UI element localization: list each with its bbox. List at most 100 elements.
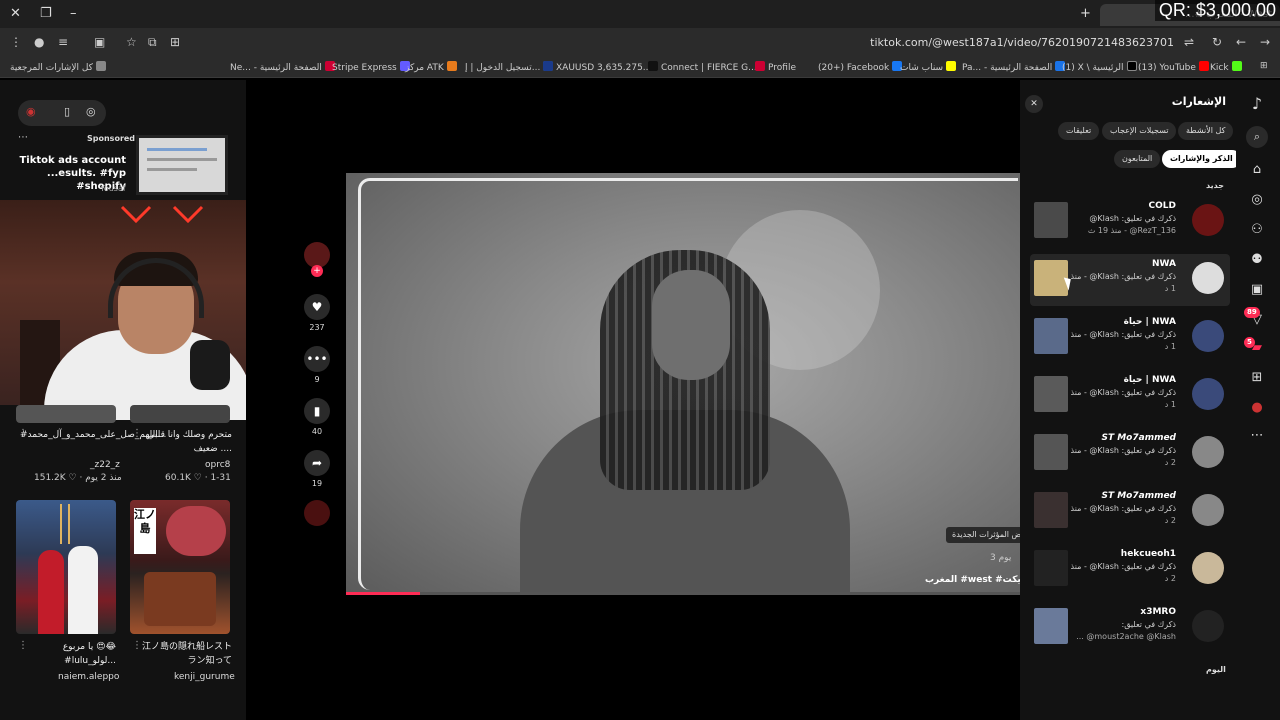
reload-icon[interactable]: ↻	[1212, 35, 1222, 49]
search-icon[interactable]: ⌕	[1246, 126, 1268, 148]
bookmark-item[interactable]: سناب شات	[900, 61, 959, 73]
window-restore-icon[interactable]: ❐	[40, 6, 52, 21]
live-icon[interactable]: ▣	[1248, 282, 1266, 297]
cast-icon[interactable]: ⧉	[148, 35, 157, 50]
window-minimize-icon[interactable]: –	[70, 6, 77, 21]
avatar[interactable]	[1192, 436, 1224, 468]
bookmarks-grid-icon[interactable]: ⊞	[1260, 61, 1268, 71]
video-thumbnail[interactable]	[130, 405, 230, 423]
following-icon[interactable]: ⚇	[1248, 222, 1266, 237]
sound-avatar[interactable]	[304, 500, 330, 526]
notification-thumbnail[interactable]	[1034, 376, 1068, 412]
notification-thumbnail[interactable]	[1034, 260, 1068, 296]
explore-icon[interactable]: ◎	[1248, 192, 1266, 207]
bookmark-item[interactable]: (1) X \ الرئيسية	[1062, 61, 1140, 73]
tiktok-logo-icon[interactable]: ♪	[1248, 94, 1266, 113]
avatar[interactable]	[1192, 262, 1224, 294]
video-title[interactable]: #اللهم_صل_على_محمد_و_آل_محمد...	[20, 428, 166, 442]
notification-user[interactable]: NWA	[1152, 259, 1176, 269]
bookmark-star-icon[interactable]: ☆	[126, 35, 137, 49]
notification-item[interactable]: حياة | NWA ذكرك في تعليق: Klash@ - منذ 1…	[1030, 312, 1230, 364]
site-settings-icon[interactable]: ⇌	[1184, 35, 1194, 49]
chip-comments[interactable]: تعليقات	[1058, 122, 1100, 140]
close-icon[interactable]: ✕	[1025, 95, 1043, 113]
forward-icon[interactable]: ←	[1236, 35, 1246, 49]
bookmark-icon[interactable]: ▮	[304, 398, 330, 424]
more-icon[interactable]: ⋮	[132, 428, 142, 439]
avatar[interactable]	[1192, 204, 1224, 236]
menu-dots-icon[interactable]: ⋮	[10, 35, 22, 49]
avatar[interactable]	[1192, 552, 1224, 584]
extensions-icon[interactable]: ≡	[58, 35, 68, 49]
share-icon[interactable]: ⊞	[170, 35, 180, 49]
follow-plus-icon[interactable]: +	[311, 265, 323, 277]
video-title[interactable]: يا مربوع 😍😂 #lulu_لولو...	[20, 640, 116, 668]
bookmark-item[interactable]: Ne... - الصفحة الرئيسية	[230, 61, 338, 73]
notification-user[interactable]: ST Mo7ammed	[1101, 491, 1176, 501]
notification-item[interactable]: NWA ذكرك في تعليق: Klash@ - منذ 1 د	[1030, 254, 1230, 306]
bookmark-item[interactable]: (13) YouTube	[1138, 61, 1212, 73]
share-action[interactable]: ➦ 19	[304, 450, 330, 488]
bookmark-item[interactable]: مركز ATK	[405, 61, 460, 73]
comment-action[interactable]: ••• 9	[304, 346, 330, 384]
notification-thumbnail[interactable]	[1034, 202, 1068, 238]
avatar[interactable]	[1192, 610, 1224, 642]
chip-followers[interactable]: المتابعون	[1114, 150, 1161, 168]
video-thumbnail[interactable]	[16, 500, 116, 634]
window-close-icon[interactable]: ✕	[10, 6, 21, 21]
notification-item[interactable]: حياة | NWA ذكرك في تعليق: Klash@ - منذ 1…	[1030, 370, 1230, 422]
notification-user[interactable]: حياة | NWA	[1124, 375, 1176, 385]
notification-item[interactable]: x3MRO ذكرك في تعليق: moust2ache @Klash@ …	[1030, 602, 1230, 654]
bookmark-item[interactable]: (20+) Facebook	[818, 61, 905, 73]
notification-item[interactable]: ST Mo7ammed ذكرك في تعليق: Klash@ - منذ …	[1030, 486, 1230, 538]
chip-all-activity[interactable]: كل الأنشطة	[1178, 122, 1234, 140]
more-icon[interactable]: ⋮	[132, 640, 142, 651]
back-icon[interactable]: →	[1260, 35, 1270, 49]
video-author[interactable]: _z22_z	[90, 460, 120, 470]
more-icon[interactable]: ⋮	[18, 428, 28, 439]
bookmark-item[interactable]: Connect | FIERCE G...	[645, 61, 757, 73]
friends-icon[interactable]: ⚉	[1248, 252, 1266, 267]
notification-thumbnail[interactable]	[1034, 434, 1068, 470]
video-caption[interactable]: المغرب #west #رسيكت	[925, 575, 1035, 585]
notification-item[interactable]: ST Mo7ammed ذكرك في تعليق: Klash@ - منذ …	[1030, 428, 1230, 480]
notification-thumbnail[interactable]	[1034, 492, 1068, 528]
notification-item[interactable]: hekcueoh1 ذكرك في تعليق: Klash@ - منذ 2 …	[1030, 544, 1230, 596]
video-title[interactable]: 江ノ島の隠れ船レストラン知って	[134, 640, 232, 668]
bookmark-item[interactable]: Kick	[1210, 61, 1245, 73]
share-arrow-icon[interactable]: ➦	[304, 450, 330, 476]
profile-icon[interactable]: ●	[34, 35, 44, 49]
phone-icon[interactable]: ▯	[64, 105, 70, 118]
notification-thumbnail[interactable]	[1034, 318, 1068, 354]
avatar[interactable]	[1192, 320, 1224, 352]
notification-user[interactable]: ST Mo7ammed	[1101, 433, 1176, 443]
notification-thumbnail[interactable]	[1034, 608, 1068, 644]
notification-user[interactable]: COLD	[1149, 201, 1176, 211]
chip-likes[interactable]: تسجيلات الإعجاب	[1102, 122, 1177, 140]
profile-avatar-icon[interactable]: ●	[1248, 400, 1266, 415]
notification-user[interactable]: hekcueoh1	[1121, 549, 1176, 559]
notification-user[interactable]: x3MRO	[1140, 607, 1176, 617]
more-icon[interactable]: ⋮	[18, 640, 28, 651]
notification-item[interactable]: COLD ذكرك في تعليق: Klash@ RezT_136@ - م…	[1030, 196, 1230, 248]
avatar[interactable]	[1192, 494, 1224, 526]
notification-user[interactable]: حياة | NWA	[1124, 317, 1176, 327]
upload-icon[interactable]: ⊞	[1248, 370, 1266, 385]
more-icon[interactable]: ⋯	[1248, 428, 1266, 443]
bookmark-item[interactable]: Pa... - الصفحة الرئيسية	[962, 61, 1068, 73]
comment-icon[interactable]: •••	[304, 346, 330, 372]
heart-icon[interactable]: ♥	[304, 294, 330, 320]
video-thumbnail[interactable]	[16, 405, 116, 423]
bookmark-item[interactable]: XAUUSD 3,635.275...	[540, 61, 651, 73]
ad-author[interactable]: Yousaf	[100, 184, 126, 193]
like-action[interactable]: ♥ 237	[304, 294, 330, 332]
save-action[interactable]: ▮ 40	[304, 398, 330, 436]
video-thumbnail[interactable]: 江ノ島	[130, 500, 230, 634]
chip-mentions[interactable]: الذكر والإشارات	[1162, 150, 1241, 168]
video-author[interactable]: kenji_gurume	[174, 672, 235, 682]
video-author[interactable]: oprc8	[205, 460, 230, 470]
ad-thumbnail[interactable]	[136, 135, 228, 195]
new-tab-icon[interactable]: +	[1080, 6, 1091, 21]
home-icon[interactable]: ⌂	[1248, 162, 1266, 177]
more-icon[interactable]: ⋯	[18, 132, 28, 143]
